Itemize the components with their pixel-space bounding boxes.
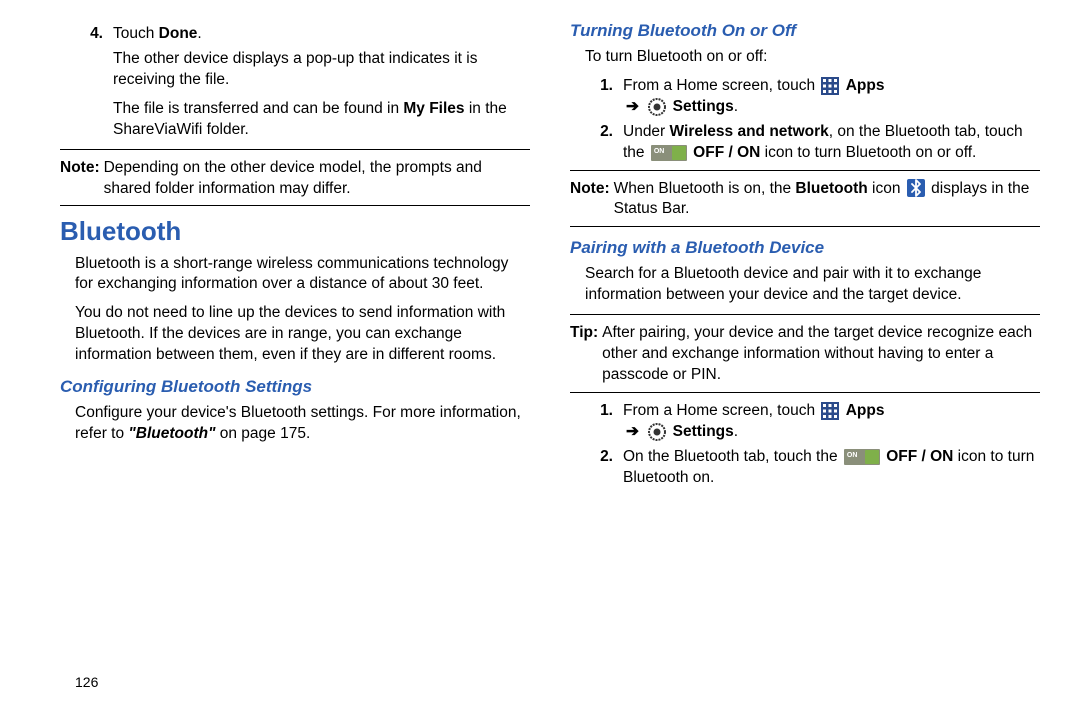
text: When Bluetooth is on, the <box>614 180 796 197</box>
divider <box>570 170 1040 171</box>
arrow-icon: ➔ <box>623 422 642 443</box>
settings-icon <box>648 423 666 441</box>
note: Note: When Bluetooth is on, the Bluetoot… <box>570 179 1040 221</box>
paragraph: The other device displays a pop-up that … <box>113 49 530 91</box>
toggle-on-icon: ON <box>651 145 687 161</box>
text: icon to turn Bluetooth on or off. <box>760 144 976 161</box>
note-label: Note: <box>60 158 104 200</box>
text-bold: Bluetooth <box>795 180 867 197</box>
divider <box>570 392 1040 393</box>
heading-configuring: Configuring Bluetooth Settings <box>60 376 530 399</box>
text: Under <box>623 123 670 140</box>
text-bold: Wireless and network <box>670 123 829 140</box>
left-column: 4. Touch Done. The other device displays… <box>60 20 530 700</box>
text: icon <box>868 180 905 197</box>
text: . <box>734 423 738 440</box>
page-number: 126 <box>75 673 98 692</box>
toggle-on-icon: ON <box>844 449 880 465</box>
heading-turning: Turning Bluetooth On or Off <box>570 20 1040 43</box>
divider <box>60 205 530 206</box>
step-number: 1. <box>585 401 623 443</box>
tip-body: After pairing, your device and the targe… <box>602 323 1040 386</box>
step-body: On the Bluetooth tab, touch the ON OFF /… <box>623 447 1040 489</box>
divider <box>60 149 530 150</box>
tip-label: Tip: <box>570 323 602 386</box>
text: On the Bluetooth tab, touch the <box>623 448 842 465</box>
step-4-detail-2: The file is transferred and can be found… <box>113 99 530 141</box>
cross-ref: "Bluetooth" <box>128 425 219 442</box>
pair-step-2: 2. On the Bluetooth tab, touch the ON OF… <box>585 447 1040 489</box>
text-bold: Apps <box>846 77 885 94</box>
text-bold: My Files <box>403 100 464 117</box>
turn-step-2: 2. Under Wireless and network, on the Bl… <box>585 122 1040 164</box>
note: Note: Depending on the other device mode… <box>60 158 530 200</box>
step-body: Touch Done. <box>113 24 530 45</box>
text: The file is transferred and can be found… <box>113 100 403 117</box>
apps-icon <box>821 77 839 95</box>
text: Touch <box>113 25 159 42</box>
step-4-detail-1: The other device displays a pop-up that … <box>113 49 530 91</box>
text-bold: Settings <box>673 423 734 440</box>
text-bold: Settings <box>673 98 734 115</box>
settings-icon <box>648 98 666 116</box>
manual-page: 4. Touch Done. The other device displays… <box>0 0 1080 720</box>
step-body: From a Home screen, touch Apps ➔ Setting… <box>623 76 1040 118</box>
step-body: Under Wireless and network, on the Bluet… <box>623 122 1040 164</box>
note-label: Note: <box>570 179 614 221</box>
paragraph: The file is transferred and can be found… <box>113 99 530 141</box>
text: on page 175. <box>220 425 311 442</box>
paragraph: To turn Bluetooth on or off: <box>585 47 1040 68</box>
bluetooth-icon <box>907 179 925 197</box>
step-number: 2. <box>585 122 623 164</box>
note-body: When Bluetooth is on, the Bluetooth icon… <box>614 179 1040 221</box>
step-number: 4. <box>75 24 113 45</box>
text-bold: Done <box>159 25 198 42</box>
text: . <box>734 98 738 115</box>
arrow-icon: ➔ <box>623 97 642 118</box>
paragraph: You do not need to line up the devices t… <box>75 303 530 366</box>
paragraph: Bluetooth is a short-range wireless comm… <box>75 254 530 296</box>
paragraph: Search for a Bluetooth device and pair w… <box>585 264 1040 306</box>
divider <box>570 226 1040 227</box>
text: From a Home screen, touch <box>623 77 819 94</box>
paragraph: Configure your device's Bluetooth settin… <box>75 403 530 445</box>
divider <box>570 314 1040 315</box>
step-body: From a Home screen, touch Apps ➔ Setting… <box>623 401 1040 443</box>
turn-step-1: 1. From a Home screen, touch Apps ➔ Sett… <box>585 76 1040 118</box>
text-bold: Apps <box>846 402 885 419</box>
apps-icon <box>821 402 839 420</box>
step-4: 4. Touch Done. <box>75 24 530 45</box>
note-body: Depending on the other device model, the… <box>104 158 530 200</box>
text-bold: OFF / ON <box>886 448 953 465</box>
text-bold: OFF / ON <box>693 144 760 161</box>
heading-bluetooth: Bluetooth <box>60 214 530 249</box>
heading-pairing: Pairing with a Bluetooth Device <box>570 237 1040 260</box>
step-number: 1. <box>585 76 623 118</box>
right-column: Turning Bluetooth On or Off To turn Blue… <box>570 20 1040 700</box>
step-number: 2. <box>585 447 623 489</box>
text: . <box>197 25 201 42</box>
text: From a Home screen, touch <box>623 402 819 419</box>
tip: Tip: After pairing, your device and the … <box>570 323 1040 386</box>
pair-step-1: 1. From a Home screen, touch Apps ➔ Sett… <box>585 401 1040 443</box>
